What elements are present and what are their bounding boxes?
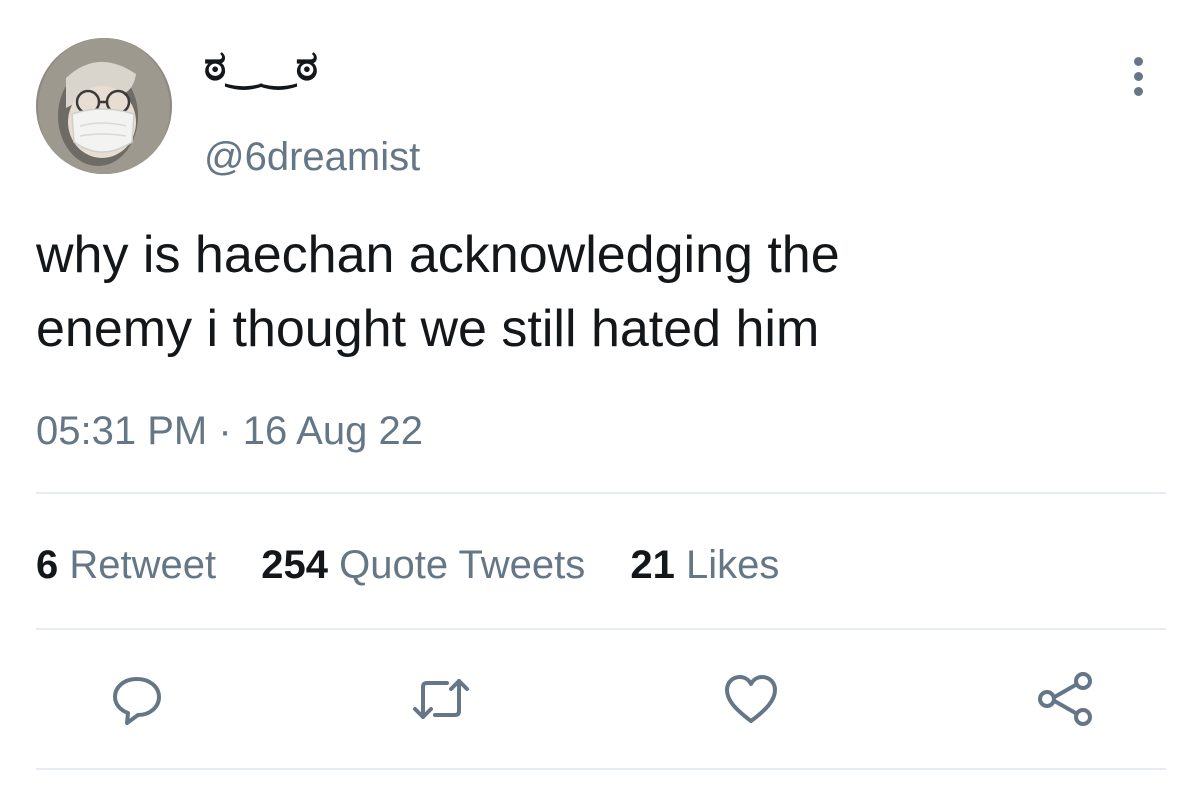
likes-stat[interactable]: 21 Likes (630, 543, 779, 587)
likes-count: 21 (630, 543, 675, 587)
share-icon (1038, 672, 1092, 726)
retweet-button[interactable] (406, 664, 476, 734)
tweet-stats: 6 Retweet 254 Quote Tweets 21 Likes (36, 540, 813, 590)
share-button[interactable] (1030, 664, 1100, 734)
reply-button[interactable] (102, 664, 172, 734)
tweet-text-line: enemy i thought we still hated him (36, 300, 820, 358)
reply-icon (113, 677, 161, 725)
divider (36, 628, 1166, 630)
more-icon (1133, 56, 1143, 66)
more-options-button[interactable] (1118, 48, 1158, 104)
quote-stat[interactable]: 254 Quote Tweets (261, 543, 585, 587)
quote-count: 254 (261, 543, 328, 587)
divider (36, 768, 1166, 770)
retweet-count: 6 (36, 543, 59, 587)
retweet-icon (413, 679, 469, 719)
tweet-text-line: why is haechan acknowledging the (36, 226, 840, 284)
quote-label: Quote Tweets (339, 543, 586, 587)
like-button[interactable] (716, 664, 786, 734)
tweet-timestamp[interactable]: 05:31 PM · 16 Aug 22 (36, 406, 423, 456)
avatar[interactable] (36, 38, 172, 174)
tweet-card: ಠ‿‿ಠ @6dreamist why is haechan acknowled… (0, 0, 1200, 788)
retweet-stat[interactable]: 6 Retweet (36, 543, 216, 587)
avatar-photo (36, 38, 172, 174)
display-name[interactable]: ಠ‿‿ಠ (204, 38, 318, 94)
retweet-label: Retweet (69, 543, 217, 587)
tweet-text: why is haechan acknowledging the enemy i… (36, 218, 1156, 366)
heart-icon (725, 675, 777, 723)
divider (36, 492, 1166, 494)
likes-label: Likes (685, 543, 780, 587)
action-bar (0, 664, 1200, 734)
user-handle[interactable]: @6dreamist (204, 132, 420, 182)
